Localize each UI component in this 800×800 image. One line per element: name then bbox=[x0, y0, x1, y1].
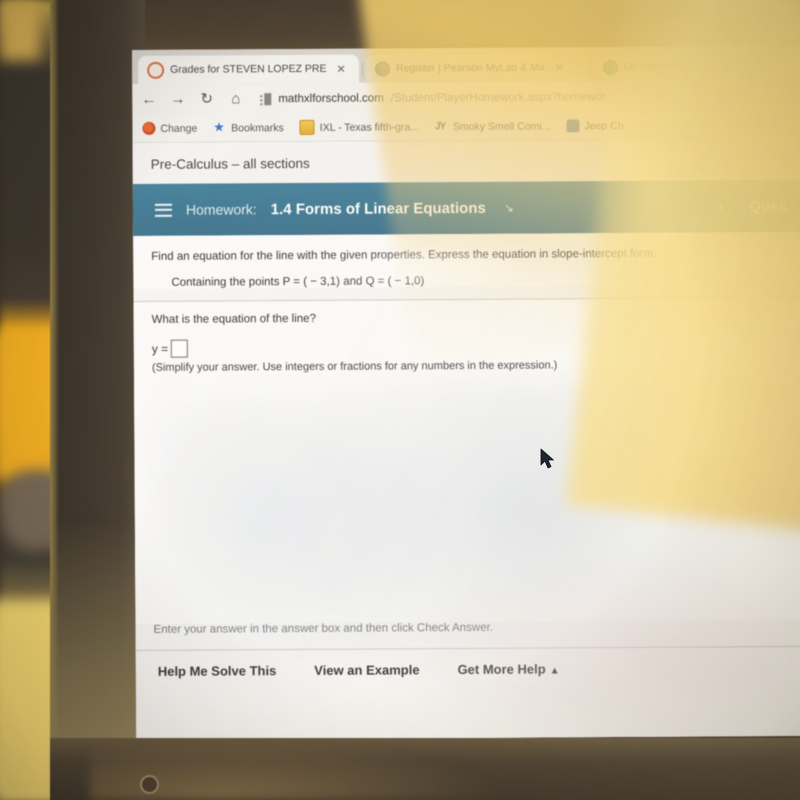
question-nav-label[interactable]: Ques bbox=[749, 198, 787, 215]
forward-icon[interactable]: → bbox=[169, 91, 186, 108]
camera-icon bbox=[140, 775, 159, 794]
homework-header-bar: Homework: 1.4 Forms of Linear Equations … bbox=[132, 179, 800, 236]
star-icon: ★ bbox=[213, 119, 225, 135]
question-statement-area: Find an equation for the line with the g… bbox=[133, 231, 800, 289]
question-work-space bbox=[152, 370, 784, 624]
url-host: mathxlforschool.com bbox=[278, 91, 384, 105]
pearson-globe-icon bbox=[375, 60, 391, 77]
browser-toolbar: ← → ↻ ⌂ mathxlforschool.com/Student/Play… bbox=[132, 79, 800, 115]
browser-tab-pearson[interactable]: Register | Pearson MyLab & Ma ✕ bbox=[365, 53, 588, 83]
tab-title: Register | Pearson MyLab & Ma bbox=[396, 61, 545, 75]
bookmark-label: IXL - Texas fifth-gra... bbox=[319, 120, 420, 134]
tab-divider bbox=[589, 60, 592, 77]
question-prompt: What is the equation of the line? bbox=[151, 312, 316, 326]
help-button-row: Help Me Solve This View an Example Get M… bbox=[136, 646, 800, 678]
address-bar[interactable]: mathxlforschool.com/Student/PlayerHomewo… bbox=[256, 84, 792, 109]
help-button-label: Get More Help bbox=[457, 661, 546, 677]
bookmark-bookmarks[interactable]: ★ Bookmarks bbox=[213, 119, 284, 135]
back-icon[interactable]: ← bbox=[140, 91, 157, 108]
answer-input[interactable] bbox=[171, 339, 189, 358]
bookmark-label: Bookmarks bbox=[231, 121, 284, 134]
homework-title: 1.4 Forms of Linear Equations bbox=[270, 199, 486, 218]
bookmarks-bar: Change ★ Bookmarks IXL - Texas fifth-gra… bbox=[132, 110, 800, 143]
help-button-label: View an Example bbox=[314, 661, 420, 678]
bookmark-jeep[interactable]: Jeep Ch bbox=[566, 119, 624, 133]
bookmark-label: Jeep Ch bbox=[584, 119, 624, 132]
grades-circle-icon bbox=[147, 61, 165, 79]
bookmark-label: Smoky Smell Comi... bbox=[452, 119, 551, 133]
tab-divider bbox=[362, 61, 364, 78]
background-blob bbox=[0, 0, 40, 60]
smoky-icon: JY bbox=[434, 121, 446, 133]
answer-row: y = bbox=[152, 336, 782, 358]
device-bezel-bottom bbox=[50, 738, 800, 800]
device-bezel-top bbox=[145, 0, 800, 52]
bookmark-ixl[interactable]: IXL - Texas fifth-gra... bbox=[299, 119, 420, 135]
question-answer-area: What is the equation of the line? y = (S… bbox=[133, 297, 800, 624]
reload-icon[interactable]: ↻ bbox=[198, 90, 215, 108]
laptop-screen: Grades for STEVEN LOPEZ PRE ✕ Register |… bbox=[132, 45, 800, 740]
close-icon[interactable]: ✕ bbox=[555, 61, 564, 74]
browser-tab-do-homework[interactable]: Do Homewor bbox=[593, 51, 800, 82]
home-icon[interactable]: ⌂ bbox=[227, 90, 244, 107]
hamburger-menu-icon[interactable] bbox=[154, 203, 173, 217]
bookmark-label: Change bbox=[160, 122, 198, 135]
previous-question-icon[interactable]: ‹ bbox=[719, 198, 724, 214]
bookmark-change[interactable]: Change bbox=[142, 121, 198, 135]
change-icon bbox=[142, 121, 156, 135]
jeep-icon bbox=[566, 119, 580, 133]
answer-prefix: y = bbox=[151, 341, 169, 356]
mathxl-page: Pre-Calculus – all sections Homework: 1.… bbox=[132, 138, 800, 740]
homework-label: Homework: bbox=[185, 201, 257, 218]
chevron-up-icon: ▲ bbox=[549, 664, 560, 676]
browser-tab-strip: Grades for STEVEN LOPEZ PRE ✕ Register |… bbox=[132, 45, 800, 84]
homework-nav: ‹ Ques bbox=[719, 197, 789, 215]
course-title: Pre-Calculus – all sections bbox=[132, 138, 800, 184]
mathxl-icon bbox=[602, 59, 619, 75]
tab-title: Do Homewor bbox=[623, 60, 686, 73]
ixl-icon bbox=[299, 119, 315, 135]
view-an-example-button[interactable]: View an Example bbox=[314, 662, 419, 678]
chevron-down-icon[interactable]: ↘ bbox=[504, 201, 514, 215]
question-given: Containing the points P = ( − 3,1) and Q… bbox=[171, 274, 425, 289]
get-more-help-button[interactable]: Get More Help ▲ bbox=[457, 661, 559, 677]
browser-tab-grades[interactable]: Grades for STEVEN LOPEZ PRE ✕ bbox=[138, 54, 360, 84]
close-icon[interactable]: ✕ bbox=[336, 62, 345, 75]
question-stem: Find an equation for the line with the g… bbox=[151, 247, 657, 263]
url-path: /Student/PlayerHomework.aspx?homewor bbox=[390, 90, 606, 104]
bookmark-smoky-smell[interactable]: JY Smoky Smell Comi... bbox=[435, 119, 551, 133]
page-info-icon[interactable] bbox=[260, 92, 272, 105]
photo-of-laptop-screen: Grades for STEVEN LOPEZ PRE ✕ Register |… bbox=[0, 0, 800, 800]
tab-title: Grades for STEVEN LOPEZ PRE bbox=[170, 62, 327, 76]
help-me-solve-this-button[interactable]: Help Me Solve This bbox=[158, 663, 277, 679]
help-button-label: Help Me Solve This bbox=[157, 662, 277, 679]
